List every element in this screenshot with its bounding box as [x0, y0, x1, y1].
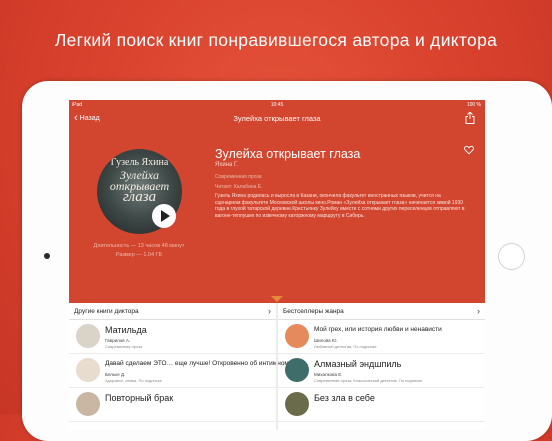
file-size: Размер — 1.04 ГБ — [115, 252, 163, 258]
expand-indicator[interactable] — [271, 296, 283, 302]
share-icon[interactable] — [465, 112, 475, 124]
home-button[interactable] — [498, 243, 525, 270]
list-item[interactable]: Без зла в себе — [278, 388, 485, 422]
chevron-right-icon: › — [268, 306, 271, 316]
book-title: Зулейха открывает глаза — [215, 147, 361, 161]
book-description: Гузель Яхина родилась и выросла в Казани… — [215, 193, 465, 220]
app-screen: iPad 10:45 100 % ‹ Назад Зулейха открыва… — [69, 100, 485, 430]
list-item[interactable]: Повторный брак — [69, 388, 276, 422]
book-genre[interactable]: Современная проза — [215, 174, 262, 180]
heart-icon[interactable] — [464, 145, 474, 155]
list-item-title: Матильда — [105, 325, 147, 335]
bestsellers-header[interactable]: Бестселлеры жанра › — [278, 303, 485, 320]
chevron-right-icon: › — [477, 306, 480, 316]
list-item-title: Без зла в себе — [314, 393, 375, 403]
battery-level: 100 % — [466, 102, 481, 108]
list-item-author: Бельке Д. — [105, 372, 126, 377]
list-item-genre: Любовный детектив, По подписке — [314, 344, 377, 349]
section-title: Бестселлеры жанра — [283, 308, 344, 315]
list-item-author: Михалкова Е. — [314, 372, 343, 377]
bestsellers-column: Бестселлеры жанра › Мой грех, или истори… — [278, 303, 485, 430]
list-item-genre: Современная проза — [105, 344, 143, 349]
book-thumbnail — [285, 358, 309, 382]
list-item[interactable]: Мой грех, или история любви и ненависти … — [278, 320, 485, 354]
duration: Длительность — 13 часов 48 минут — [93, 243, 185, 249]
list-item-author: Шилова Ю. — [314, 338, 338, 343]
book-reader[interactable]: Читает: Калабина Е. — [215, 184, 263, 190]
promo-headline: Легкий поиск книг понравившегося автора … — [54, 30, 498, 50]
list-item-author: Гаврилов А. — [105, 338, 131, 343]
list-item[interactable]: Алмазный эндшпиль Михалкова Е. Современн… — [278, 354, 485, 388]
list-item[interactable]: Давай сделаем ЭТО… еще лучше! Откровенно… — [69, 354, 289, 388]
book-thumbnail — [76, 358, 100, 382]
navigation-bar: ‹ Назад Зулейха открывает глаза — [69, 109, 485, 129]
front-camera — [44, 253, 50, 259]
reader-books-header[interactable]: Другие книги диктора › — [69, 303, 276, 320]
cover-author: Гузель Яхина — [110, 157, 169, 168]
status-bar: iPad 10:45 100 % — [69, 100, 485, 109]
cover-title: Зулейха открывает глаза — [109, 168, 170, 205]
list-item-genre: Современная проза, Классический детектив… — [314, 378, 423, 383]
list-item-title: Повторный брак — [105, 393, 174, 403]
clock: 10:45 — [270, 102, 284, 108]
list-item-genre: Здоровье, семья, По подписке — [105, 378, 162, 383]
list-item-title: Мой грех, или история любви и ненависти — [314, 326, 442, 333]
book-thumbnail — [285, 392, 309, 416]
tablet-frame: iPad 10:45 100 % ‹ Назад Зулейха открыва… — [22, 81, 552, 441]
nav-title: Зулейха открывает глаза — [233, 114, 321, 123]
related-books-panel: Другие книги диктора › Матильда Гаврилов… — [69, 303, 485, 430]
section-title: Другие книги диктора — [74, 308, 139, 315]
list-item-title: Алмазный эндшпиль — [314, 359, 402, 369]
book-author[interactable]: Яхина Г. — [215, 162, 238, 168]
book-thumbnail — [285, 324, 309, 348]
reader-books-column: Другие книги диктора › Матильда Гаврилов… — [69, 303, 289, 430]
book-thumbnail — [76, 324, 100, 348]
book-thumbnail — [76, 392, 100, 416]
play-button[interactable] — [152, 204, 176, 228]
list-item[interactable]: Матильда Гаврилов А. Современная проза — [69, 320, 276, 354]
list-item-title: Давай сделаем ЭТО… еще лучше! Откровенно… — [105, 360, 289, 367]
